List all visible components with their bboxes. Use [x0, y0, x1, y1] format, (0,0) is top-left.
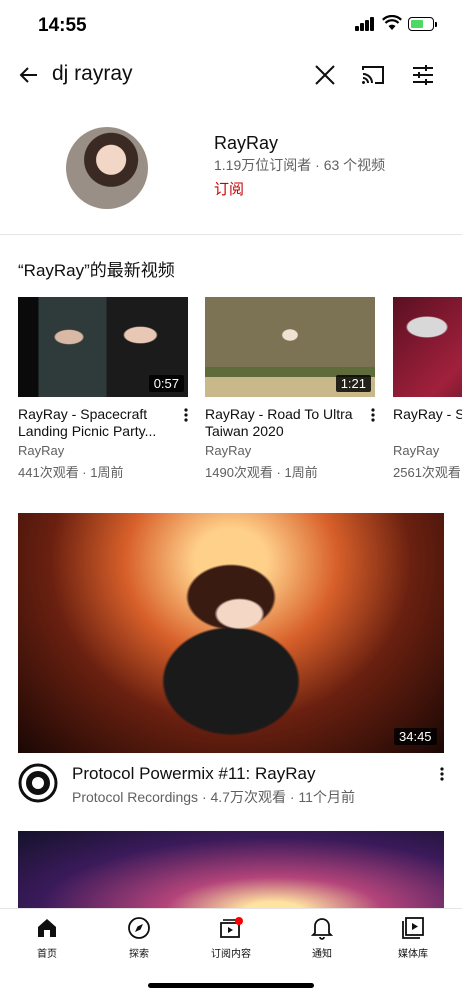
status-time: 14:55 — [38, 15, 87, 36]
channel-name[interactable]: RayRay — [214, 133, 278, 154]
channel-result[interactable]: RayRay 1.19万位订阅者 · 63 个视频 订阅 — [0, 115, 462, 235]
video-card[interactable]: RayRay - Sp Emergency RayRay 2561次观看 — [393, 297, 462, 481]
nav-label: 探索 — [129, 949, 149, 960]
library-icon — [378, 915, 448, 941]
home-icon — [12, 915, 82, 941]
video-duration: 1:21 — [335, 375, 371, 392]
video-title[interactable]: RayRay - Spacecraft Landing Picnic Party… — [18, 406, 178, 440]
nav-label: 订阅内容 — [211, 949, 251, 960]
subscribe-button[interactable]: 订阅 — [214, 178, 244, 199]
cast-icon[interactable] — [358, 60, 388, 90]
featured-video-title[interactable]: Protocol Powermix #11: RayRay — [72, 764, 315, 784]
nav-explore[interactable]: 探索 — [104, 915, 174, 960]
video-channel[interactable]: RayRay — [393, 443, 462, 458]
home-indicator — [148, 983, 314, 988]
video-duration: 0:57 — [148, 375, 184, 392]
wifi-icon — [382, 14, 402, 36]
featured-video-duration: 34:45 — [394, 728, 437, 745]
protocol-channel-logo-icon[interactable] — [18, 763, 58, 803]
video-thumbnail[interactable]: 0:57 — [18, 297, 188, 397]
video-meta: 1490次观看 · 1周前 — [205, 465, 318, 480]
filter-icon[interactable] — [408, 60, 438, 90]
close-icon[interactable] — [310, 60, 340, 90]
search-query-input[interactable]: dj rayray — [52, 62, 133, 86]
featured-video-thumbnail[interactable] — [18, 513, 444, 753]
next-video-thumbnail[interactable] — [18, 831, 444, 911]
nav-subscriptions[interactable]: 订阅内容 — [196, 915, 266, 960]
nav-label: 通知 — [312, 949, 332, 960]
more-options-icon[interactable] — [367, 405, 379, 425]
latest-videos-shelf[interactable]: 0:57 RayRay - Spacecraft Landing Picnic … — [0, 297, 462, 497]
nav-notifications[interactable]: 通知 — [287, 915, 357, 960]
video-card[interactable]: 0:57 RayRay - Spacecraft Landing Picnic … — [18, 297, 188, 481]
video-channel[interactable]: RayRay — [205, 443, 375, 458]
more-options-icon[interactable] — [436, 764, 448, 784]
featured-video-meta: Protocol Recordings · 4.7万次观看 · 11个月前 — [72, 789, 355, 805]
video-title[interactable]: RayRay - Road To Ultra Taiwan 2020 — [205, 406, 365, 440]
nav-library[interactable]: 媒体库 — [378, 915, 448, 960]
video-thumbnail[interactable] — [393, 297, 462, 397]
video-meta: 2561次观看 — [393, 465, 461, 480]
video-channel[interactable]: RayRay — [18, 443, 188, 458]
search-header: dj rayray — [0, 50, 462, 100]
signal-icon — [355, 17, 375, 31]
nav-label: 媒体库 — [398, 949, 428, 960]
channel-meta: 1.19万位订阅者 · 63 个视频 — [214, 157, 386, 173]
bottom-navigation: 首页 探索 订阅内容 通知 媒体库 — [0, 908, 462, 968]
bell-icon — [287, 915, 357, 941]
more-options-icon[interactable] — [180, 405, 192, 425]
status-bar: 14:55 — [0, 0, 462, 50]
nav-label: 首页 — [37, 949, 57, 960]
battery-icon — [408, 17, 437, 31]
back-arrow-icon[interactable] — [14, 60, 44, 90]
video-thumbnail[interactable]: 1:21 — [205, 297, 375, 397]
compass-icon — [104, 915, 174, 941]
latest-videos-title: “RayRay”的最新视频 — [18, 261, 175, 280]
channel-avatar[interactable] — [66, 127, 148, 209]
video-title[interactable]: RayRay - Sp Emergency — [393, 406, 462, 440]
subscriptions-icon — [196, 915, 266, 941]
nav-home[interactable]: 首页 — [12, 915, 82, 960]
video-meta: 441次观看 · 1周前 — [18, 465, 124, 480]
video-card[interactable]: 1:21 RayRay - Road To Ultra Taiwan 2020 … — [205, 297, 375, 481]
